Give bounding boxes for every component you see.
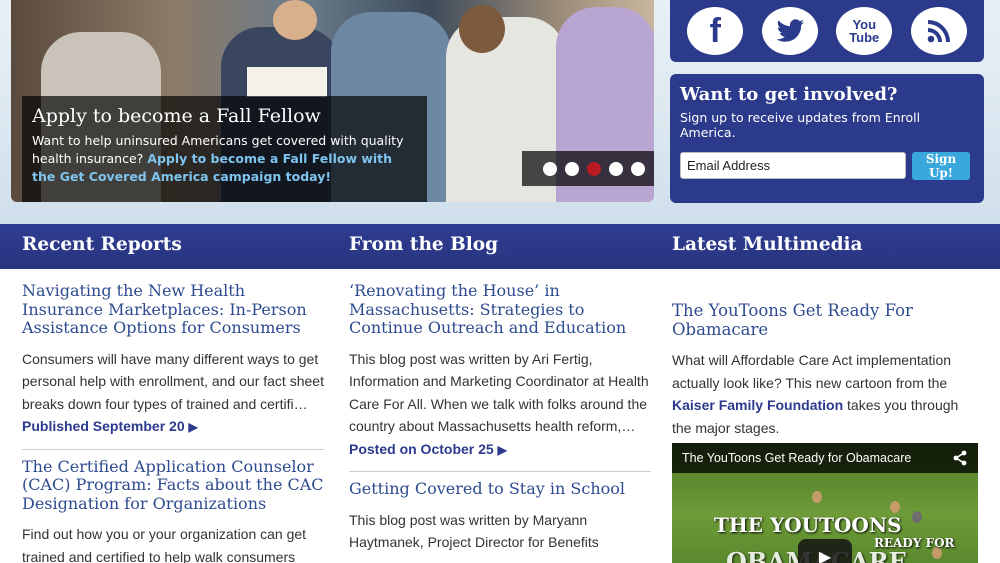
- slider-dot-1[interactable]: [542, 161, 557, 176]
- video-title: The YouToons Get Ready for Obamacare: [682, 451, 912, 465]
- cartoon-character: [890, 501, 900, 513]
- multimedia-summary-text: What will Affordable Care Act implementa…: [672, 352, 952, 391]
- hero-slider[interactable]: Apply to become a Fall Fellow Want to he…: [11, 0, 654, 202]
- video-overlay-text: THE YOUTOONS: [714, 513, 902, 537]
- slider-dots: [522, 151, 654, 186]
- facebook-icon[interactable]: f: [687, 7, 744, 55]
- report-summary-text: Consumers will have many different ways …: [22, 350, 324, 412]
- video-title-bar: The YouToons Get Ready for Obamacare: [672, 443, 978, 473]
- blog-column: ‘Renovating the House’ in Massachusetts:…: [349, 281, 651, 554]
- blog-post-title-link[interactable]: Getting Covered to Stay in School: [349, 479, 651, 499]
- video-player[interactable]: The YouToons Get Ready for Obamacare THE…: [672, 443, 978, 563]
- email-field[interactable]: [680, 152, 906, 179]
- blog-post-date-link[interactable]: Posted on October 25 ▶: [349, 441, 507, 457]
- report-summary-text: Find out how you or your organization ca…: [22, 526, 307, 563]
- blog-post-summary: This blog post was written by Ari Fertig…: [349, 348, 651, 462]
- signup-panel: Want to get involved? Sign up to receive…: [670, 74, 984, 203]
- multimedia-title-link[interactable]: The YouToons Get Ready For Obamacare: [672, 301, 978, 339]
- report-published-link[interactable]: Published September 20 ▶: [22, 418, 198, 434]
- report-published-date: Published September 20: [22, 418, 185, 434]
- cartoon-character: [912, 511, 922, 523]
- blog-post-summary-text: This blog post was written by Ari Fertig…: [349, 350, 649, 435]
- social-panel: f You Tube: [670, 0, 984, 62]
- twitter-icon[interactable]: [761, 7, 818, 55]
- play-icon[interactable]: ▶: [798, 539, 852, 563]
- slider-dot-4[interactable]: [608, 161, 623, 176]
- report-title-link[interactable]: The Certified Application Counselor (CAC…: [22, 457, 324, 514]
- hero-photo-paper: [247, 67, 327, 97]
- slider-dot-5[interactable]: [630, 161, 645, 176]
- section-header-bar: Recent Reports From the Blog Latest Mult…: [0, 224, 1000, 269]
- hero-photo-face: [273, 0, 317, 40]
- arrow-right-icon: ▶: [497, 442, 507, 457]
- recent-reports-heading: Recent Reports: [22, 234, 182, 255]
- hero-text: Want to help uninsured Americans get cov…: [32, 132, 417, 186]
- blog-post-summary-text: This blog post was written by Maryann Ha…: [349, 511, 599, 551]
- blog-post-date: Posted on October 25: [349, 440, 494, 457]
- kaiser-family-foundation-link[interactable]: Kaiser Family Foundation: [672, 397, 843, 413]
- from-the-blog-heading: From the Blog: [349, 234, 499, 255]
- hero-title: Apply to become a Fall Fellow: [32, 105, 321, 127]
- recent-reports-column: Navigating the New Health Insurance Mark…: [22, 281, 324, 563]
- multimedia-column: The YouToons Get Ready For Obamacare Wha…: [672, 301, 978, 439]
- blog-post-title-link[interactable]: ‘Renovating the House’ in Massachusetts:…: [349, 281, 651, 338]
- signup-subtitle: Sign up to receive updates from Enroll A…: [680, 110, 921, 140]
- report-title-link[interactable]: Navigating the New Health Insurance Mark…: [22, 281, 324, 338]
- slider-dot-2[interactable]: [564, 161, 579, 176]
- signup-button[interactable]: Sign Up!: [912, 152, 970, 180]
- hero-photo-face: [459, 5, 505, 53]
- divider: [22, 448, 324, 450]
- rss-icon[interactable]: [910, 7, 967, 55]
- share-icon[interactable]: [952, 450, 968, 466]
- divider: [349, 471, 651, 472]
- youtube-icon[interactable]: You Tube: [836, 7, 893, 55]
- report-summary: Consumers will have many different ways …: [22, 348, 324, 439]
- multimedia-summary: What will Affordable Care Act implementa…: [672, 349, 978, 439]
- arrow-right-icon: ▶: [188, 420, 198, 434]
- slider-dot-3[interactable]: [586, 161, 601, 176]
- signup-title: Want to get involved?: [680, 84, 898, 105]
- cartoon-character: [812, 491, 822, 503]
- latest-multimedia-heading: Latest Multimedia: [672, 234, 863, 255]
- signup-form: Sign Up!: [680, 152, 974, 180]
- hero-caption: Apply to become a Fall Fellow Want to he…: [22, 96, 427, 202]
